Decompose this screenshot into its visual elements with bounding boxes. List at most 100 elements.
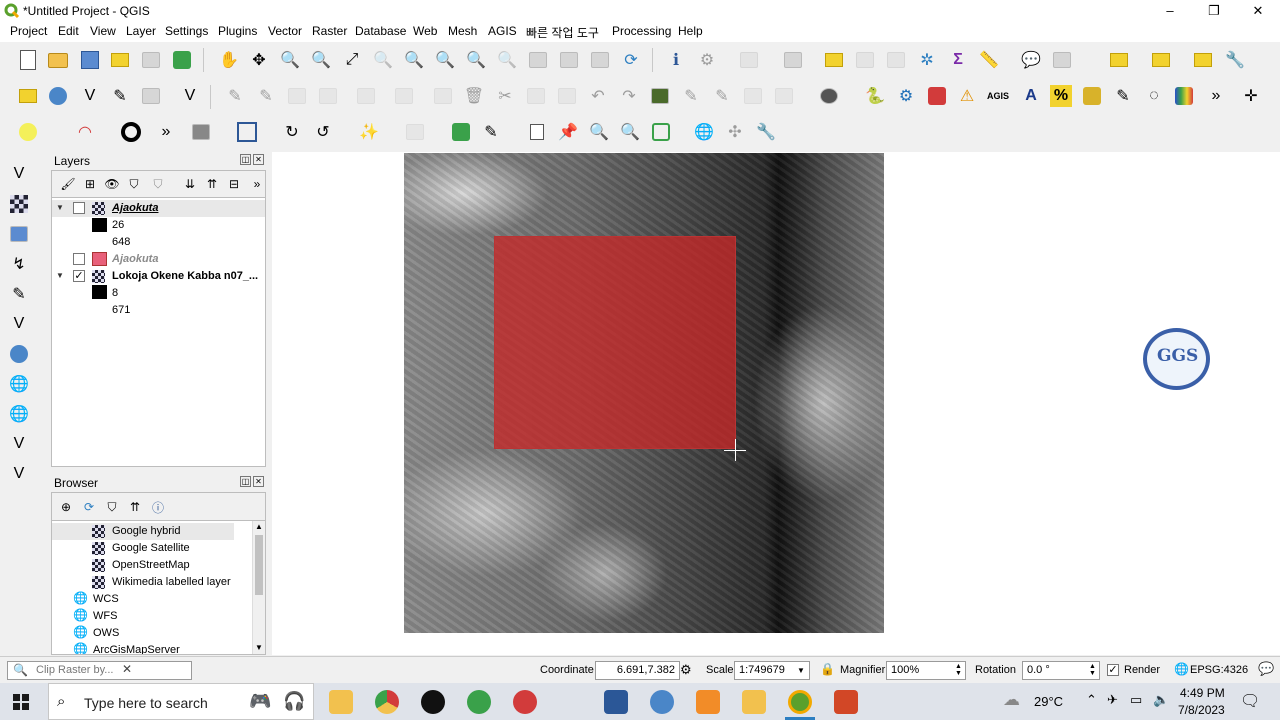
vertex-tool-icon[interactable] — [355, 85, 377, 107]
clock-date[interactable]: 7/8/2023 — [1178, 703, 1225, 717]
cut-features-icon[interactable]: ✂ — [494, 85, 516, 107]
style-manager-icon[interactable] — [171, 49, 193, 71]
layout-manager-icon[interactable] — [140, 49, 162, 71]
attribute-table-icon[interactable] — [782, 49, 804, 71]
add-vector-layer-icon[interactable]: V — [8, 163, 30, 185]
taskbar-search-box[interactable]: ⌕ Type here to search 🎮 🎧 — [48, 683, 314, 720]
disabled-tool-icon[interactable] — [404, 121, 426, 143]
menu-quick-tools[interactable]: 빠른 작업 도구 — [526, 24, 599, 41]
add-mesh-icon[interactable] — [8, 223, 30, 245]
save-edits-icon[interactable] — [286, 85, 308, 107]
split-features-icon[interactable] — [742, 85, 764, 107]
offset-curve-icon[interactable]: ✎ — [680, 85, 702, 107]
more-chevron-icon[interactable]: » — [246, 173, 268, 195]
delete-selected-icon[interactable]: 🗑 — [463, 85, 485, 107]
app-dark-icon[interactable] — [421, 690, 445, 714]
add-postgis-icon[interactable] — [8, 343, 30, 365]
more-plugins-chevron-icon[interactable]: » — [155, 121, 177, 143]
data-source-manager-icon[interactable] — [17, 85, 39, 107]
add-wfs-layer-icon[interactable]: 🌐 — [8, 403, 30, 425]
edit-pencil-icon[interactable]: ✎ — [224, 85, 246, 107]
rotate-ccw-icon[interactable]: ↺ — [312, 121, 334, 143]
qgis-taskbar-icon[interactable] — [788, 690, 812, 714]
layer-visibility-checkbox[interactable]: ✓ — [73, 270, 85, 282]
menu-help[interactable]: Help — [678, 24, 703, 38]
toggle-extent-icon[interactable]: ⚙ — [680, 662, 692, 678]
menu-mesh[interactable]: Mesh — [448, 24, 477, 38]
layer-row[interactable]: ▼ Ajaokuta — [52, 200, 265, 217]
font-a-icon[interactable]: A — [1020, 85, 1042, 107]
add-spatialite-icon[interactable] — [140, 85, 162, 107]
save-project-icon[interactable] — [79, 49, 101, 71]
arc-icon[interactable]: ◠ — [74, 121, 96, 143]
scroll-thumb[interactable] — [255, 535, 263, 595]
digitize-icon[interactable] — [393, 85, 415, 107]
add-delimited-icon[interactable]: ✎ — [109, 85, 131, 107]
undo-icon[interactable]: ↶ — [587, 85, 609, 107]
merge-features-icon[interactable] — [773, 85, 795, 107]
add-selected-icon[interactable]: ⊕ — [55, 496, 77, 518]
add-group-icon[interactable]: ⊞ — [79, 173, 101, 195]
add-vector-icon[interactable]: V — [79, 85, 101, 107]
lock-scale-icon[interactable]: 🔒 — [820, 662, 835, 676]
rotation-spin-icon[interactable]: ▲ ▼ — [1089, 663, 1096, 677]
remove-layer-icon[interactable]: ⊟ — [223, 173, 245, 195]
rotate-cw-icon[interactable]: ↻ — [281, 121, 303, 143]
pan-to-selection-icon[interactable]: ✥ — [248, 49, 270, 71]
redo-icon[interactable]: ↷ — [618, 85, 640, 107]
temporal-icon[interactable] — [558, 49, 580, 71]
measure-icon[interactable]: 📏 — [978, 49, 1000, 71]
layer-style-icon[interactable] — [1150, 49, 1172, 71]
menu-vector[interactable]: Vector — [268, 24, 302, 38]
pin-icon[interactable]: 📌 — [557, 121, 579, 143]
menu-plugins[interactable]: Plugins — [218, 24, 257, 38]
action-icon[interactable]: ⚙ — [696, 49, 718, 71]
menu-layer[interactable]: Layer — [126, 24, 156, 38]
layer-row[interactable]: Ajaokuta — [52, 251, 265, 268]
windows-start-icon[interactable] — [13, 694, 29, 710]
expand-arrow-icon[interactable]: ▼ — [56, 203, 64, 212]
rotate-circle-icon[interactable]: ◌ — [1143, 85, 1165, 107]
select-by-area-icon[interactable] — [1108, 49, 1130, 71]
float-panel-icon[interactable]: ◫ — [240, 154, 251, 165]
menu-project[interactable]: Project — [10, 24, 47, 38]
menu-database[interactable]: Database — [355, 24, 406, 38]
refresh-icon[interactable]: ⟳ — [620, 49, 642, 71]
deselect-icon[interactable] — [823, 49, 845, 71]
zoom-layer-icon[interactable]: 🔍 — [403, 49, 425, 71]
close-panel-icon[interactable]: ✕ — [253, 154, 264, 165]
globe-grid-icon[interactable]: 🌐 — [693, 121, 715, 143]
add-wms-layer-icon[interactable]: 🌐 — [8, 373, 30, 395]
magnifier-spin-icon[interactable]: ▲ ▼ — [955, 663, 962, 677]
refresh-browser-icon[interactable]: ⟳ — [78, 496, 100, 518]
powerpoint-icon[interactable] — [834, 690, 858, 714]
layer-row[interactable]: ▼ ✓ Lokoja Okene Kabba n07_... — [52, 268, 265, 285]
menu-settings[interactable]: Settings — [165, 24, 208, 38]
zoom-region-icon[interactable]: 🔍 — [619, 121, 641, 143]
layer-visibility-checkbox[interactable] — [73, 253, 85, 265]
reshape-icon[interactable]: ✎ — [711, 85, 733, 107]
settings-wrench-icon[interactable]: 🔧 — [755, 121, 777, 143]
new-project-icon[interactable] — [17, 49, 39, 71]
tray-volume-icon[interactable]: 🔈 — [1153, 692, 1169, 708]
bookmark-icon[interactable] — [589, 49, 611, 71]
highlight-circle-icon[interactable] — [17, 121, 39, 143]
agis-icon[interactable]: AGIS — [987, 85, 1009, 107]
paste-features-icon[interactable] — [556, 85, 578, 107]
menu-raster[interactable]: Raster — [312, 24, 347, 38]
expand-arrow-icon[interactable]: ▼ — [56, 271, 64, 280]
add-wms-icon[interactable]: V — [179, 85, 201, 107]
magic-wand-icon[interactable]: ✨ — [358, 121, 380, 143]
browser-item[interactable]: Google hybrid — [52, 523, 234, 540]
magnifier-field[interactable]: 100% — [886, 661, 966, 680]
menu-web[interactable]: Web — [413, 24, 437, 38]
crs-globe-icon[interactable]: 🌐 — [1174, 662, 1189, 676]
manage-visibility-icon[interactable]: 👁 — [101, 173, 123, 195]
open-project-icon[interactable] — [47, 49, 69, 71]
locator-search-input[interactable]: Clip Raster by... — [7, 661, 192, 680]
scroll-down-icon[interactable]: ▼ — [255, 643, 263, 652]
color-map-icon[interactable] — [1081, 85, 1103, 107]
select-features-icon[interactable] — [738, 49, 760, 71]
copy-doc-icon[interactable] — [526, 121, 548, 143]
wrench-icon[interactable]: 🔧 — [1224, 49, 1246, 71]
